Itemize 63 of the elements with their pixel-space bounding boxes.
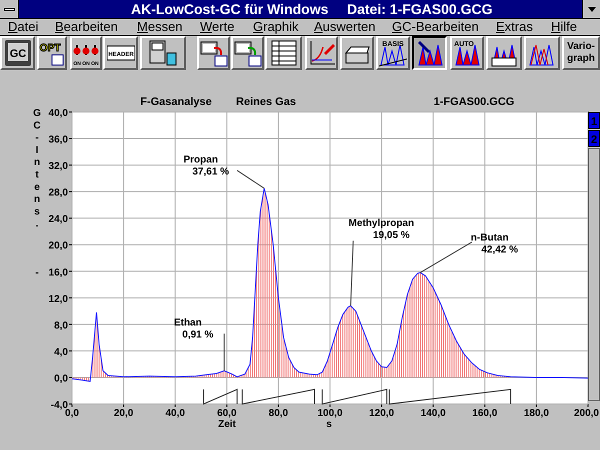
peak-percent: 37,61 % <box>192 166 230 178</box>
x-tick-label: 0,0 <box>65 408 79 419</box>
leader-line <box>236 170 265 189</box>
x-axis-label: Zeit <box>218 419 236 430</box>
peak-name: Propan <box>184 154 218 166</box>
toolbar-button[interactable]: Vario-graph <box>562 36 600 70</box>
peak-percent: 19,05 % <box>373 230 410 242</box>
x-tick-label: 200,0 <box>574 408 599 419</box>
peak-name: Methylpropan <box>348 218 414 230</box>
peak-name: n-Butan <box>470 232 509 244</box>
y-tick-label: 36,0 <box>48 134 68 146</box>
leader-line <box>420 242 472 274</box>
leader-line <box>224 333 225 372</box>
x-axis-unit: s <box>326 419 332 430</box>
menu-item[interactable]: Messen <box>137 19 183 35</box>
minimize-button[interactable] <box>582 0 600 18</box>
peak-percent: 0,91 % <box>182 330 214 341</box>
integration-marker <box>203 388 238 405</box>
computer-disk-icon <box>200 39 228 67</box>
x-tick-label: 40,0 <box>165 408 185 419</box>
y-tick-label: 40,0 <box>48 108 68 119</box>
x-tick-label: 60,0 <box>217 408 237 419</box>
chart-header: Reines Gas <box>236 96 296 108</box>
chart-header: 1-FGAS00.GCG <box>434 96 514 108</box>
x-tick-label: 80,0 <box>268 408 288 419</box>
x-tick-label: 180,0 <box>524 408 549 419</box>
x-tick-label: 100,0 <box>317 408 343 419</box>
y-tick-label: 32,0 <box>48 161 68 172</box>
computer-disk-icon <box>234 39 262 67</box>
x-tick-label: 140,0 <box>420 408 446 419</box>
y-tick-label: 12,0 <box>48 294 68 305</box>
menu-item[interactable]: GC-Bearbeiten <box>392 19 479 35</box>
peaks-pen-icon <box>416 39 444 67</box>
y-tick-label: 28,0 <box>48 188 68 199</box>
menu-item[interactable]: Extras <box>496 19 533 35</box>
chart-header: F-Gasanalyse <box>140 96 212 108</box>
x-tick-label: 160,0 <box>472 408 498 419</box>
menu-item[interactable]: Auswerten <box>314 19 376 35</box>
menu-item[interactable]: Bearbeiten <box>55 19 118 35</box>
file-name: Datei: 1-FGAS00.GCG <box>347 1 492 17</box>
y-axis-unit: - <box>35 267 39 278</box>
y-tick-label: 20,0 <box>48 240 68 252</box>
graph-pen-icon <box>308 39 336 67</box>
peak-percent: 42,42 % <box>481 244 518 256</box>
peak-name: Ethan <box>174 318 202 329</box>
x-tick-label: 20,0 <box>114 408 134 419</box>
control-menu-button[interactable] <box>0 0 19 18</box>
menu-item[interactable]: Werte <box>200 19 234 35</box>
menu-item[interactable]: Graphik <box>253 19 299 35</box>
y-tick-label: 8,0 <box>54 320 68 332</box>
window-title: AK-LowCost-GC für Windows <box>131 1 328 17</box>
y-tick-label: 16,0 <box>48 267 68 278</box>
leader-line <box>350 240 354 306</box>
x-tick-label: 120,0 <box>369 408 394 419</box>
y-tick-label: 24,0 <box>48 214 68 226</box>
menu-item[interactable]: Datei <box>8 19 38 35</box>
y-tick-label: 0,0 <box>54 373 68 384</box>
toolbar-button[interactable] <box>412 36 447 70</box>
down-arrow-icon <box>588 6 596 12</box>
y-tick-label: 4,0 <box>54 346 68 358</box>
menu-item[interactable]: Hilfe <box>551 19 578 35</box>
table-icon <box>270 39 298 67</box>
y-axis-label: GC-Intens. <box>33 108 41 230</box>
